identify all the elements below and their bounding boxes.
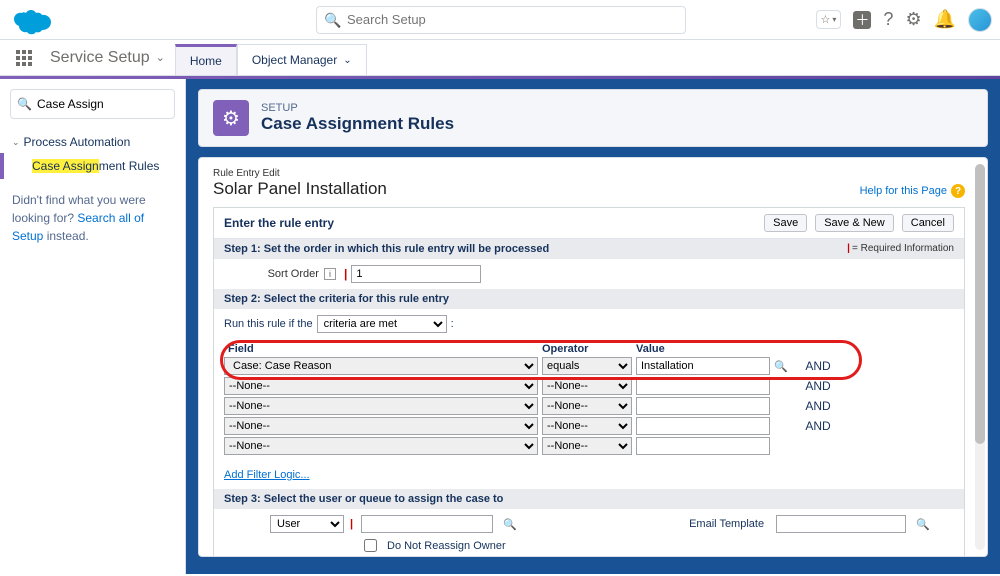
tab-home[interactable]: Home [175,44,237,75]
setup-page-header: ⚙ SETUP Case Assignment Rules [198,89,988,147]
step3-row: User | 🔍 Email Template 🔍 [214,509,964,539]
quick-find-wrap: 🔍 [10,89,175,119]
criteria-field-select[interactable]: --None-- [224,377,538,395]
rule-title: Solar Panel Installation [213,179,387,199]
save-and-new-button[interactable]: Save & New [815,214,894,232]
quick-find-input[interactable] [10,89,175,119]
help-icon[interactable]: ? [883,9,893,30]
criteria-operator-select[interactable]: --None-- [542,397,632,415]
criteria-value-input[interactable] [636,377,770,395]
and-label: AND [788,379,848,393]
lookup-icon[interactable]: 🔍 [503,517,517,531]
sort-order-input[interactable] [351,265,481,283]
help-for-page-link[interactable]: Help for this Page ? [860,184,965,198]
and-label: AND [788,359,848,373]
criteria-row: --None-- --None-- 🔍 AND [224,397,954,415]
eyebrow: SETUP [261,102,454,114]
rule-entry-form: Enter the rule entry Save Save & New Can… [213,207,965,557]
col-operator: Operator [542,343,636,355]
assign-to-input[interactable] [361,515,493,533]
step1-bar: Step 1: Set the order in which this rule… [214,239,964,259]
add-filter-logic-link[interactable]: Add Filter Logic... [214,465,320,489]
step2-bar: Step 2: Select the criteria for this rul… [214,289,964,309]
global-search-input[interactable] [316,6,686,34]
criteria-row: --None-- --None-- 🔍 AND [224,417,954,435]
chevron-down-icon: ⌄ [343,55,351,66]
criteria-operator-select[interactable]: equals [542,357,632,375]
sort-order-row: Sort Order i | [214,259,964,289]
info-icon[interactable]: i [324,268,336,280]
global-search-wrap: 🔍 [316,6,686,34]
col-value: Value [636,343,780,355]
criteria-row: --None-- --None-- 🔍 AND [224,377,954,395]
main-area: ⚙ SETUP Case Assignment Rules Rule Entry… [186,79,1000,574]
sidebar-item-case-assignment-rules[interactable]: Case Assignment Rules [0,153,185,179]
setup-gear-icon[interactable]: ⚙ [905,9,921,30]
sidebar: 🔍 ⌄ Process Automation Case Assignment R… [0,79,186,574]
breadcrumb: Rule Entry Edit [213,168,965,179]
and-label: AND [788,399,848,413]
favorites-button[interactable]: ☆▾ [816,10,842,29]
step3-bar: Step 3: Select the user or queue to assi… [214,489,964,509]
waffle-icon [16,50,32,66]
chevron-down-icon[interactable]: ⌄ [156,51,165,64]
salesforce-logo [12,5,56,35]
page-body: 🔍 ⌄ Process Automation Case Assignment R… [0,79,1000,574]
app-launcher-button[interactable] [8,40,40,75]
do-not-reassign-label: Do Not Reassign Owner [387,540,506,552]
save-button[interactable]: Save [764,214,807,232]
user-avatar[interactable] [968,8,992,32]
and-label: AND [788,419,848,433]
page-title: Case Assignment Rules [261,114,454,134]
run-rule-row: Run this rule if the criteria are met : [214,309,964,339]
sidebar-not-found: Didn't find what you were looking for? S… [0,179,185,257]
sidebar-section-process-automation[interactable]: ⌄ Process Automation [0,131,185,153]
content-panel: Rule Entry Edit Solar Panel Installation… [198,157,988,557]
criteria-field-select[interactable]: --None-- [224,437,538,455]
search-icon: 🔍 [324,12,341,29]
global-header: 🔍 ☆▾ ＋ ? ⚙ 🔔 [0,0,1000,40]
criteria-row: Case: Case Reason equals 🔍 AND [224,357,954,375]
app-nav-bar: Service Setup ⌄ Home Object Manager⌄ [0,40,1000,76]
search-icon: 🔍 [17,97,32,111]
criteria-operator-select[interactable]: --None-- [542,377,632,395]
notifications-icon[interactable]: 🔔 [934,9,956,30]
match-highlight: Case Assign [32,159,99,173]
criteria-field-select[interactable]: --None-- [224,397,538,415]
email-template-input[interactable] [776,515,906,533]
criteria-value-input[interactable] [636,357,770,375]
gear-icon: ⚙ [213,100,249,136]
criteria-table: Field Operator Value Case: Case Reason e… [214,339,964,465]
header-actions: ☆▾ ＋ ? ⚙ 🔔 [816,8,992,32]
run-rule-select[interactable]: criteria are met [317,315,447,333]
criteria-value-input[interactable] [636,417,770,435]
global-actions-button[interactable]: ＋ [853,11,871,29]
lookup-icon[interactable]: 🔍 [916,517,930,531]
criteria-operator-select[interactable]: --None-- [542,437,632,455]
criteria-value-input[interactable] [636,397,770,415]
email-template-label: Email Template [689,518,764,530]
criteria-field-select[interactable]: Case: Case Reason [224,357,538,375]
app-name: Service Setup ⌄ [40,40,175,75]
assign-type-select[interactable]: User [270,515,344,533]
cancel-button[interactable]: Cancel [902,214,954,232]
chevron-down-icon: ⌄ [12,137,20,148]
criteria-field-select[interactable]: --None-- [224,417,538,435]
criteria-operator-select[interactable]: --None-- [542,417,632,435]
criteria-value-input[interactable] [636,437,770,455]
col-field: Field [224,343,542,355]
lookup-icon[interactable]: 🔍 [774,359,788,373]
help-icon: ? [951,184,965,198]
section-title: Enter the rule entry [224,216,334,230]
do-not-reassign-checkbox[interactable] [364,539,377,552]
scrollbar-thumb[interactable] [975,164,985,444]
criteria-row: --None-- --None-- [224,437,954,455]
tab-object-manager[interactable]: Object Manager⌄ [237,44,367,75]
